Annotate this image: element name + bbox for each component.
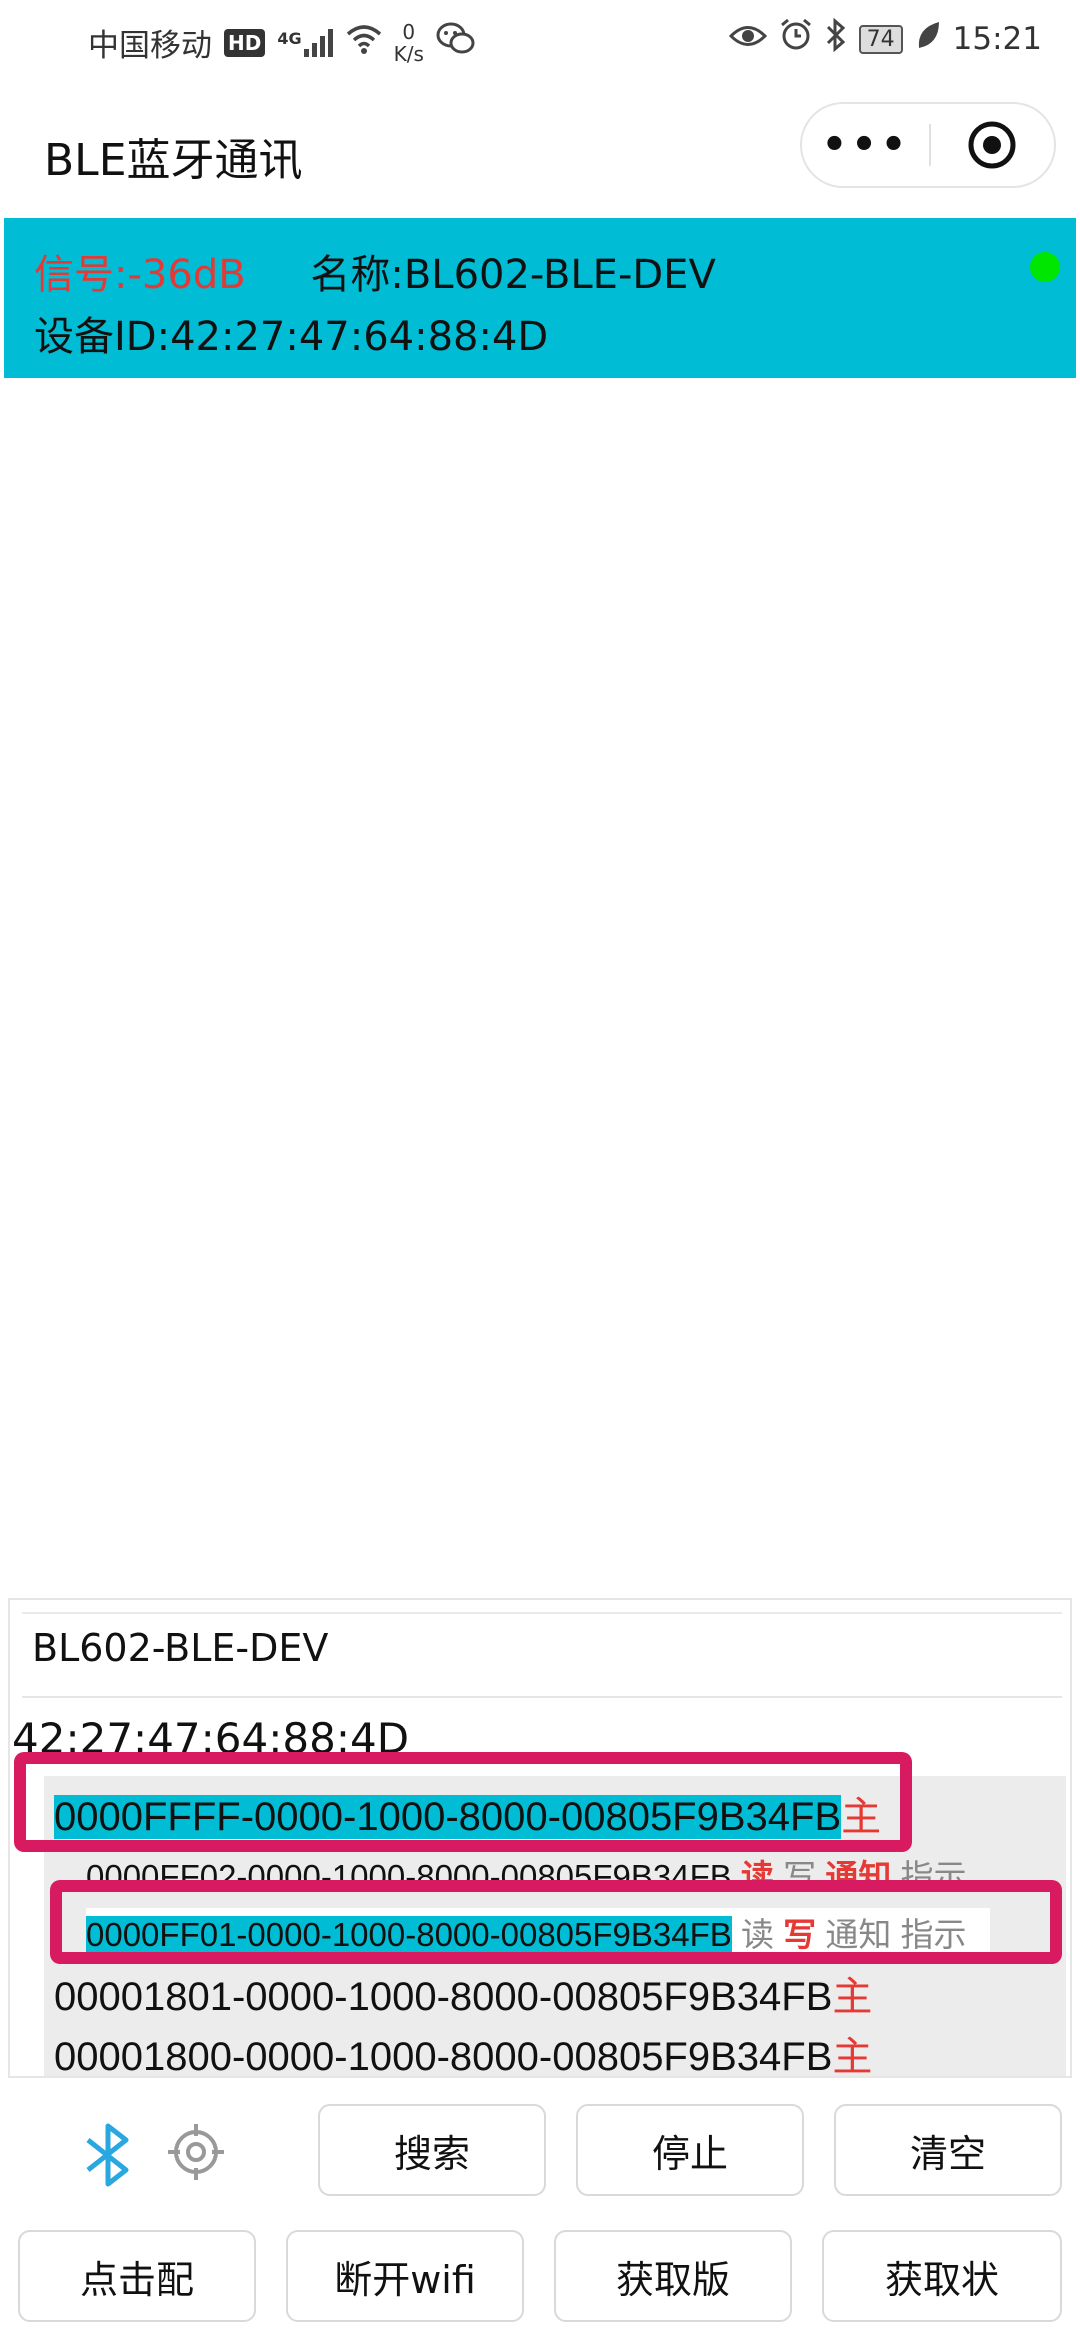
divider — [22, 1696, 1062, 1698]
net-speed-unit: K/s — [393, 41, 424, 66]
divider — [22, 1612, 1062, 1614]
device-list-item[interactable]: 信号:-36dB 名称:BL602-BLE-DEV 设备ID:42:27:47:… — [4, 218, 1076, 378]
service-item[interactable]: 00001801-0000-1000-8000-00805F9B34FB主 — [54, 1964, 872, 2022]
wechat-icon — [436, 22, 476, 64]
get-version-button[interactable]: 获取版 — [554, 2230, 792, 2322]
bluetooth-status-icon — [825, 17, 847, 60]
clock-time: 15:21 — [952, 21, 1042, 57]
name-label: 名称: — [310, 252, 404, 298]
status-bar: 中国移动 HD 4G 0 K/s 74 15:21 — [0, 0, 1080, 80]
mini-program-capsule: ••• — [800, 102, 1056, 188]
alarm-icon — [779, 18, 813, 60]
location-button[interactable] — [166, 2122, 226, 2186]
disconnect-wifi-button[interactable]: 断开wifi — [286, 2230, 524, 2322]
highlight-frame-characteristic — [50, 1880, 1062, 1964]
hd-badge: HD — [224, 28, 266, 57]
wifi-icon — [346, 24, 382, 62]
search-button[interactable]: 搜索 — [318, 2104, 546, 2196]
device-name: 名称:BL602-BLE-DEV — [310, 252, 715, 298]
clear-button[interactable]: 清空 — [834, 2104, 1062, 2196]
status-right: 74 15:21 — [728, 17, 1042, 60]
bluetooth-toggle-button[interactable] — [80, 2120, 136, 2194]
service-uuid: 00001801-0000-1000-8000-00805F9B34FB — [54, 1975, 833, 2019]
signal-strength: 信号:-36dB — [34, 252, 246, 298]
detail-device-name: BL602-BLE-DEV — [32, 1626, 329, 1670]
title-bar: BLE蓝牙通讯 ••• — [0, 100, 1080, 200]
device-id-label: 设备ID: — [34, 314, 171, 360]
name-value: BL602-BLE-DEV — [403, 252, 716, 298]
pair-button[interactable]: 点击配 — [18, 2230, 256, 2322]
primary-tag: 主 — [832, 1975, 873, 2019]
more-dots-icon: ••• — [821, 122, 911, 168]
device-info-line: 信号:-36dB 名称:BL602-BLE-DEV — [34, 242, 716, 300]
device-id-line: 设备ID:42:27:47:64:88:4D — [34, 304, 548, 362]
get-status-button[interactable]: 获取状 — [822, 2230, 1062, 2322]
status-left: 中国移动 HD 4G 0 K/s — [88, 20, 476, 65]
device-id-value: 42:27:47:64:88:4D — [170, 314, 549, 360]
eye-icon — [728, 21, 767, 57]
highlight-frame-service — [14, 1752, 912, 1852]
leaf-icon — [915, 20, 941, 58]
more-menu-button[interactable]: ••• — [802, 104, 930, 186]
connection-status-dot — [1030, 252, 1060, 282]
service-item[interactable]: 00001800-0000-1000-8000-00805F9B34FB主 — [54, 2024, 873, 2078]
carrier-name: 中国移动 — [88, 28, 212, 64]
stop-button[interactable]: 停止 — [576, 2104, 804, 2196]
net-speed-value: 0 — [402, 19, 416, 44]
signal-value: -36dB — [127, 252, 246, 298]
battery-icon: 74 — [858, 24, 903, 54]
cellular-signal-icon: 4G — [277, 28, 333, 57]
page-title: BLE蓝牙通讯 — [44, 135, 303, 186]
close-mini-program-button[interactable] — [930, 104, 1054, 186]
network-type-label: 4G — [277, 28, 302, 48]
primary-tag: 主 — [832, 2035, 873, 2078]
net-speed: 0 K/s — [394, 21, 424, 65]
service-uuid: 00001800-0000-1000-8000-00805F9B34FB — [54, 2035, 833, 2078]
target-icon — [968, 121, 1016, 169]
bluetooth-icon — [86, 2123, 129, 2187]
signal-label: 信号: — [34, 252, 128, 298]
location-target-icon — [168, 2124, 224, 2180]
